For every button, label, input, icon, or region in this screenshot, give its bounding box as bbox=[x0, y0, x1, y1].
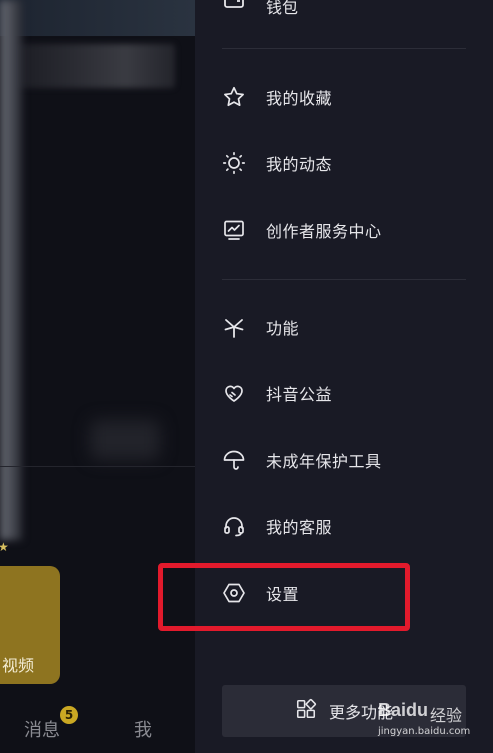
menu-item-creator-center[interactable]: 创作者服务中心 bbox=[222, 208, 472, 252]
divider bbox=[222, 48, 466, 49]
menu-item-minor-protection[interactable]: 未成年保护工具 bbox=[222, 438, 472, 482]
blurred-username bbox=[10, 44, 175, 88]
watermark-jingyan: 经验 bbox=[430, 706, 463, 725]
asterisk-icon bbox=[222, 315, 246, 339]
umbrella-icon bbox=[222, 448, 246, 472]
sparkle-icon: ★ bbox=[0, 540, 9, 554]
nav-me[interactable]: 我 bbox=[134, 716, 152, 742]
sun-icon bbox=[222, 151, 246, 175]
wallet-icon bbox=[224, 0, 244, 8]
heart-hands-icon bbox=[222, 381, 246, 405]
menu-item-label: 未成年保护工具 bbox=[266, 452, 382, 471]
divider bbox=[222, 279, 466, 280]
menu-item-label: 抖音公益 bbox=[266, 385, 333, 404]
star-icon bbox=[222, 85, 246, 109]
watermark-url: jingyan.baidu.com bbox=[378, 726, 471, 737]
menu-item-features[interactable]: 功能 bbox=[222, 305, 472, 349]
menu-item-activity[interactable]: 我的动态 bbox=[222, 141, 472, 185]
menu-item-label: 功能 bbox=[266, 319, 300, 338]
baidu-watermark: Baidu 经验 jingyan.baidu.com bbox=[378, 696, 488, 744]
menu-item-customer-service[interactable]: 我的客服 bbox=[222, 504, 472, 548]
blurred-content bbox=[90, 420, 160, 460]
chart-monitor-icon bbox=[222, 218, 246, 242]
headset-icon bbox=[222, 514, 246, 538]
messages-badge: 5 bbox=[60, 706, 78, 724]
menu-item-favorites[interactable]: 我的收藏 bbox=[222, 75, 472, 119]
menu-item-label: 我的收藏 bbox=[266, 89, 333, 108]
menu-item-charity[interactable]: 抖音公益 bbox=[222, 371, 472, 415]
watermark-brand: Baidu bbox=[378, 700, 429, 720]
blurred-header bbox=[0, 0, 195, 36]
menu-item-label: 我的动态 bbox=[266, 155, 333, 174]
video-card-label: 视频 bbox=[2, 656, 35, 675]
blurred-edge bbox=[0, 0, 22, 540]
menu-item-wallet[interactable]: 钱包 bbox=[266, 0, 298, 18]
background-divider bbox=[0, 466, 195, 467]
highlight-annotation bbox=[158, 563, 410, 631]
menu-item-label: 创作者服务中心 bbox=[266, 222, 382, 241]
grid-icon bbox=[295, 698, 317, 724]
menu-item-label: 我的客服 bbox=[266, 518, 333, 537]
nav-messages[interactable]: 消息 bbox=[24, 716, 60, 742]
